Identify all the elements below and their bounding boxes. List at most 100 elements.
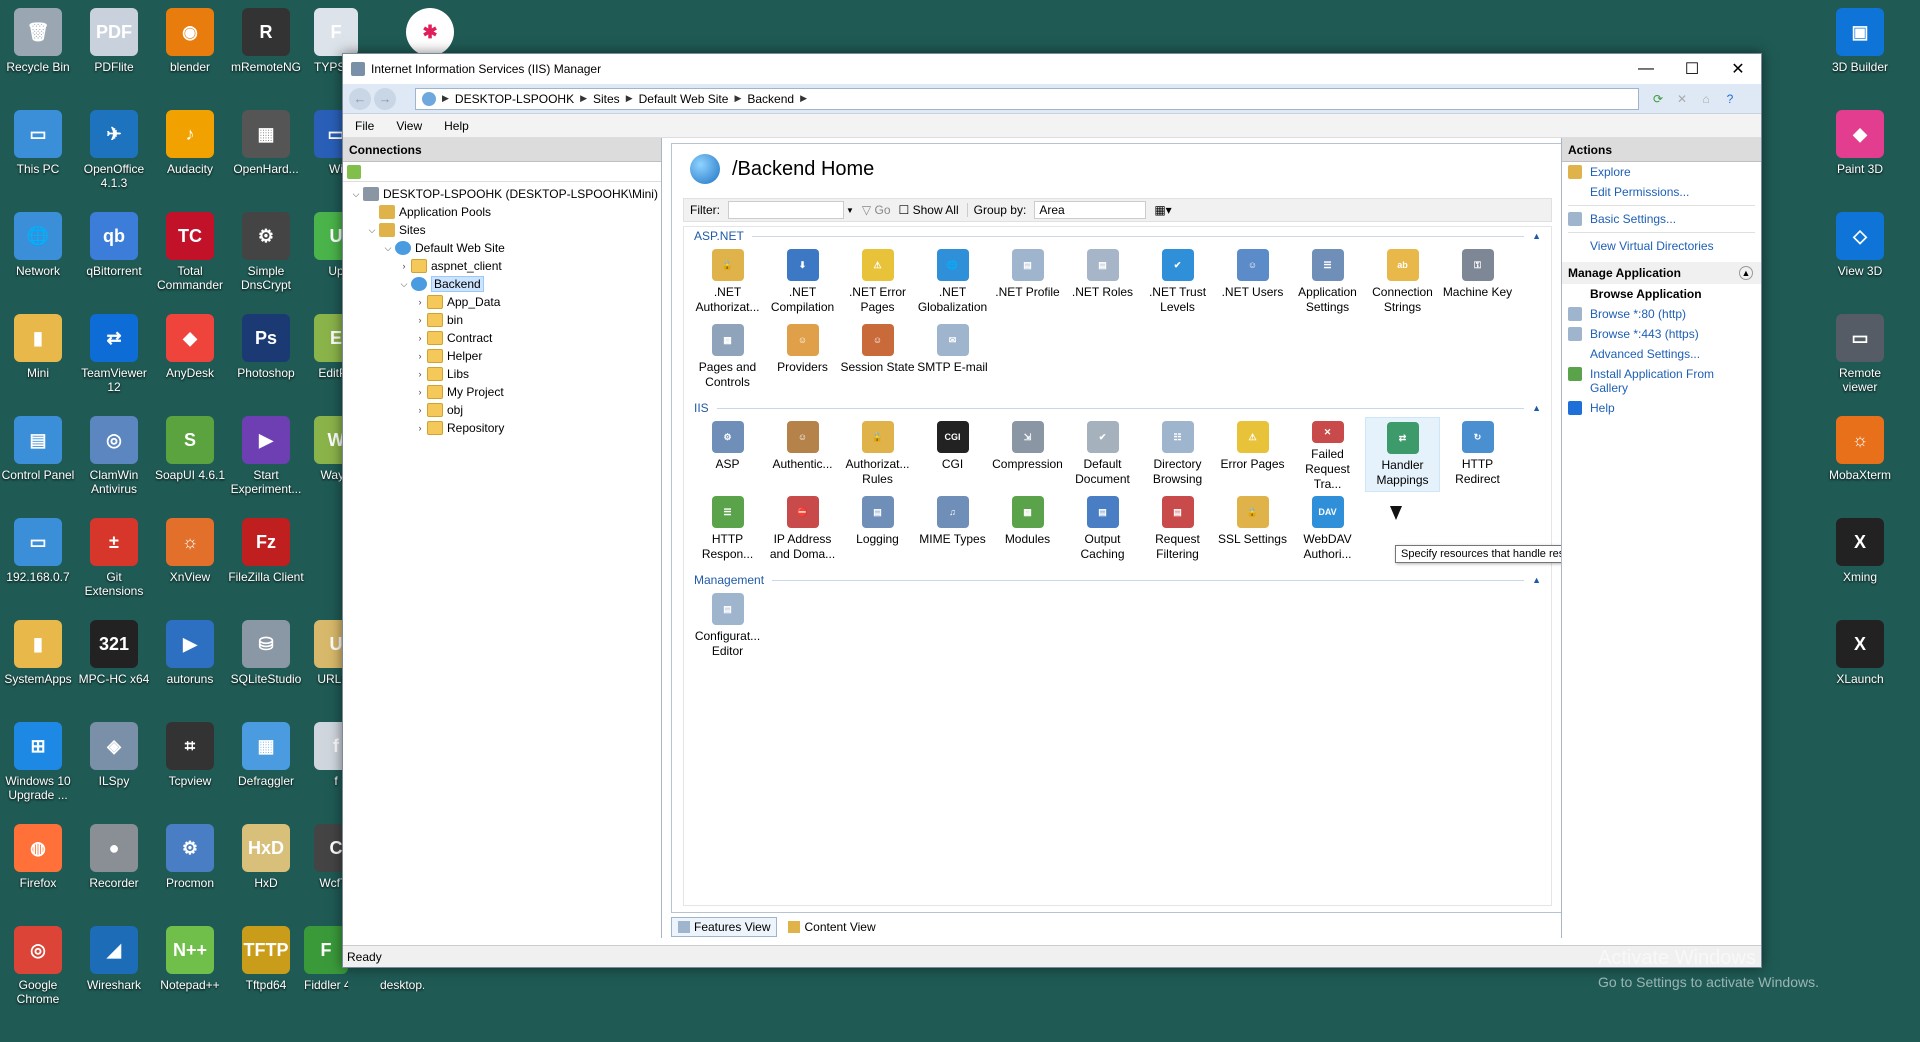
action-view-virtual-directories[interactable]: View Virtual Directories [1562,236,1761,256]
desktop-icon-recycle-bin[interactable]: 🗑 Recycle Bin [0,8,76,74]
expand-toggle-icon[interactable]: › [413,297,427,307]
tree-node-sites[interactable]: ⌵ Sites [343,221,661,239]
home-icon[interactable]: ⌂ [1697,90,1715,108]
desktop-icon-autoruns[interactable]: ▶ autoruns [152,620,228,686]
group-header-iis[interactable]: IIS ▲ [684,399,1551,417]
breadcrumb[interactable]: ▶ DESKTOP-LSPOOHK ▶ Sites ▶ Default Web Site… [415,87,1639,110]
desktop-icon-total-commander[interactable]: TC Total Commander [152,212,228,292]
collapse-icon[interactable]: ▲ [1532,231,1541,241]
tree-node-my-project[interactable]: › My Project [343,383,661,401]
tree-node-app-data[interactable]: › App_Data [343,293,661,311]
expand-toggle-icon[interactable]: ⌵ [381,243,395,254]
desktop-icon-anydesk[interactable]: ◆ AnyDesk [152,314,228,380]
group-header-asp-net[interactable]: ASP.NET ▲ [684,227,1551,245]
expand-toggle-icon[interactable]: › [413,351,427,361]
desktop-icon-paint-3d[interactable]: ◆ Paint 3D [1822,110,1898,176]
feature-failed-request-tra[interactable]: ✕ Failed Request Tra... [1290,417,1365,492]
feature-net-compilation[interactable]: ⬇ .NET Compilation [765,245,840,320]
desktop-icon-mpc-hc-x64[interactable]: 321 MPC-HC x64 [76,620,152,686]
desktop-icon-simple-dnscrypt[interactable]: ⚙ Simple DnsCrypt [228,212,304,292]
desktop-icon-filezilla-client[interactable]: Fz FileZilla Client [228,518,304,584]
collapse-icon[interactable]: ▲ [1532,403,1541,413]
filter-dropdown-icon[interactable]: ▼ [846,206,854,215]
feature-pages-and-controls[interactable]: ▦ Pages and Controls [690,320,765,395]
expand-toggle-icon[interactable]: › [413,333,427,343]
feature-net-users[interactable]: ☺ .NET Users [1215,245,1290,320]
menu-view[interactable]: View [396,119,422,133]
desktop-icon-google-chrome[interactable]: ◎ Google Chrome [0,926,76,1006]
feature-error-pages[interactable]: ⚠ Error Pages [1215,417,1290,492]
feature-net-profile[interactable]: ▤ .NET Profile [990,245,1065,320]
desktop-icon-wireshark[interactable]: ◢ Wireshark [76,926,152,992]
tree-node-obj[interactable]: › obj [343,401,661,419]
tab-content-view[interactable]: Content View [781,917,882,937]
feature-authentic[interactable]: ☺ Authentic... [765,417,840,492]
feature-cgi[interactable]: CGI CGI [915,417,990,492]
help-icon[interactable]: ? [1721,90,1739,108]
feature-machine-key[interactable]: ⚿ Machine Key [1440,245,1515,320]
desktop-icon-audacity[interactable]: ♪ Audacity [152,110,228,176]
action-advanced-settings[interactable]: Advanced Settings... [1562,344,1761,364]
breadcrumb-item-sites[interactable]: Sites [593,92,620,106]
desktop-icon-recorder[interactable]: ● Recorder [76,824,152,890]
feature-configurat-editor[interactable]: ▤ Configurat... Editor [690,589,765,664]
view-toggle-icon[interactable]: ▦▾ [1154,203,1171,217]
desktop-icon-xlaunch[interactable]: X XLaunch [1822,620,1898,686]
action-browse-80-http[interactable]: Browse *:80 (http) [1562,304,1761,324]
feature-handler-mappings[interactable]: ⇄ Handler Mappings [1365,417,1440,492]
show-all-button[interactable]: ☐ Show All [899,203,959,217]
feature-connection-strings[interactable]: ab Connection Strings [1365,245,1440,320]
feature-net-authorizat[interactable]: 🔒 .NET Authorizat... [690,245,765,320]
desktop-icon-remote-viewer[interactable]: ▭ Remote viewer [1822,314,1898,394]
tree-node-bin[interactable]: › bin [343,311,661,329]
breadcrumb-item-default-web-site[interactable]: Default Web Site [639,92,729,106]
desktop-icon-soapui-4-6-1[interactable]: S SoapUI 4.6.1 [152,416,228,482]
feature-http-respon[interactable]: ☰ HTTP Respon... [690,492,765,567]
desktop-icon-qbittorrent[interactable]: qb qBittorrent [76,212,152,278]
feature-ssl-settings[interactable]: 🔒 SSL Settings [1215,492,1290,567]
create-connection-icon[interactable] [347,164,361,179]
feature-directory-browsing[interactable]: ☷ Directory Browsing [1140,417,1215,492]
feature-application-settings[interactable]: ☰ Application Settings [1290,245,1365,320]
stop-icon[interactable]: ✕ [1673,90,1691,108]
desktop-icon-ilspy[interactable]: ◈ ILSpy [76,722,152,788]
desktop-icon-teamviewer-12[interactable]: ⇄ TeamViewer 12 [76,314,152,394]
desktop-icon-start-experiment[interactable]: ▶ Start Experiment... [228,416,304,496]
desktop-icon-3d-builder[interactable]: ▣ 3D Builder [1822,8,1898,74]
menu-help[interactable]: Help [444,119,469,133]
expand-toggle-icon[interactable]: › [413,315,427,325]
menu-file[interactable]: File [355,119,374,133]
expand-toggle-icon[interactable]: › [413,423,427,433]
desktop-icon-control-panel[interactable]: ▤ Control Panel [0,416,76,482]
expand-toggle-icon[interactable]: › [397,261,411,271]
collapse-icon[interactable]: ▲ [1739,266,1753,280]
expand-toggle-icon[interactable]: › [413,387,427,397]
desktop-icon-view-3d[interactable]: ◇ View 3D [1822,212,1898,278]
desktop-icon-clamwin-antivirus[interactable]: ◎ ClamWin Antivirus [76,416,152,496]
desktop-icon-this-pc[interactable]: ▭ This PC [0,110,76,176]
tree-node-backend[interactable]: ⌵ Backend [343,275,661,293]
tree-node-aspnet-client[interactable]: › aspnet_client [343,257,661,275]
desktop-icon-192-168-0-7[interactable]: ▭ 192.168.0.7 [0,518,76,584]
feature-providers[interactable]: ☺ Providers [765,320,840,395]
tree-node-repository[interactable]: › Repository [343,419,661,437]
desktop-icon-pdflite[interactable]: PDF PDFlite [76,8,152,74]
action-basic-settings[interactable]: Basic Settings... [1562,209,1761,229]
expand-toggle-icon[interactable]: › [413,369,427,379]
expand-toggle-icon[interactable]: ⌵ [397,279,411,290]
desktop-icon-photoshop[interactable]: Ps Photoshop [228,314,304,380]
expand-toggle-icon[interactable]: › [413,405,427,415]
expand-toggle-icon[interactable]: ⌵ [365,225,379,236]
desktop-icon-firefox[interactable]: ◍ Firefox [0,824,76,890]
tree-node-application-pools[interactable]: Application Pools [343,203,661,221]
tree-node-libs[interactable]: › Libs [343,365,661,383]
action-edit-permissions[interactable]: Edit Permissions... [1562,182,1761,202]
tree-node-contract[interactable]: › Contract [343,329,661,347]
feature-webdav-authori[interactable]: DAV WebDAV Authori... [1290,492,1365,567]
feature-modules[interactable]: ▦ Modules [990,492,1065,567]
feature-net-error-pages[interactable]: ⚠ .NET Error Pages [840,245,915,320]
breadcrumb-item-backend[interactable]: Backend [747,92,794,106]
feature-logging[interactable]: ▤ Logging [840,492,915,567]
desktop-icon-mini[interactable]: ▮ Mini [0,314,76,380]
maximize-button[interactable]: ☐ [1669,54,1715,84]
